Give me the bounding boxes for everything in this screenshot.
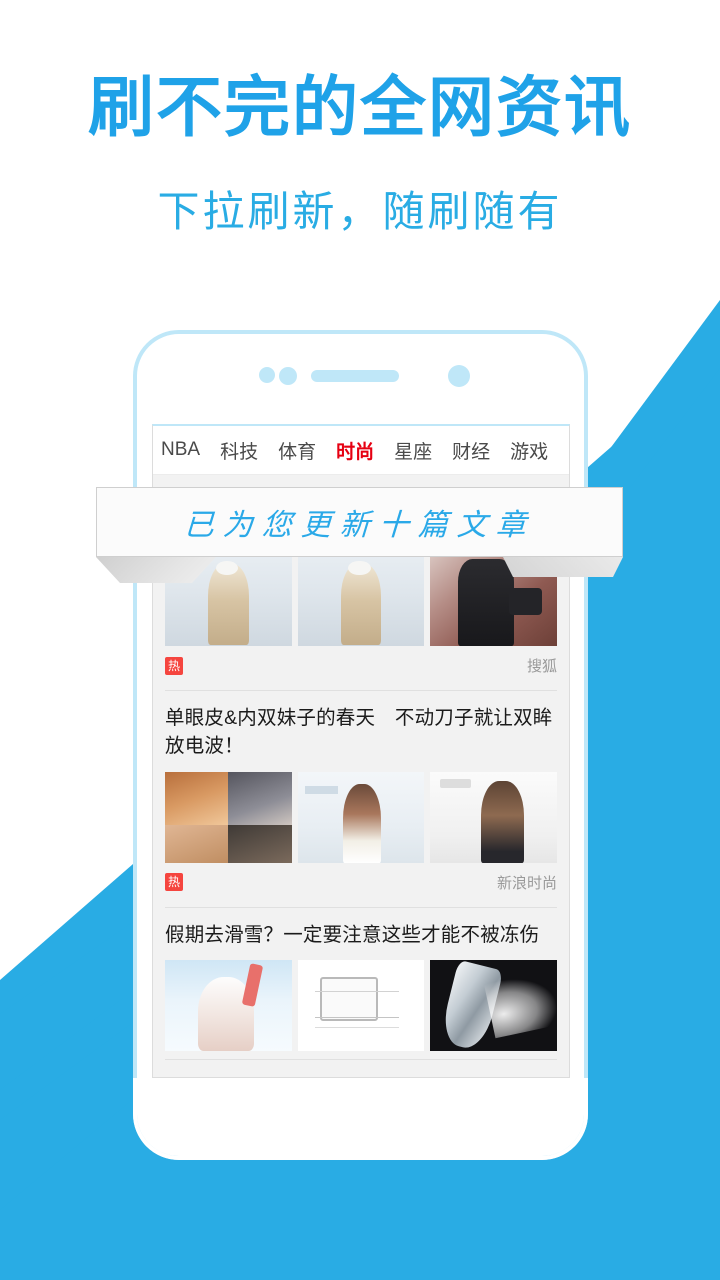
article-thumbnails [165,771,558,863]
tab-fashion[interactable]: 时尚 [326,437,384,464]
front-camera-icon [448,365,470,387]
article-thumbnail-3 [430,960,558,1052]
light-sensor-icon [279,367,297,385]
article-item[interactable]: 单眼皮&内双妹子的春天 不动刀子就让双眸放电波！ 热 新浪时尚 [165,691,558,908]
refresh-banner-text: 已为您更新十篇文章 [182,509,536,542]
promo-headline: 刷不完的全网资讯 [88,70,632,144]
article-source: 新浪时尚 [496,874,557,892]
article-thumbnail-1 [165,960,292,1052]
article-meta: 热 搜狐 [165,655,557,682]
article-thumbnail-2 [297,960,425,1052]
promo-text-block: 刷不完的全网资讯 下拉刷新，随刷随有 [0,70,720,239]
article-thumbnail-3 [430,771,558,863]
home-button[interactable] [338,1100,394,1126]
article-title: 假期去滑雪？一定要注意这些才能不被冻伤 [165,923,540,946]
collage-quadrant-3 [165,824,229,863]
article-thumbnails [165,960,558,1052]
tab-sports[interactable]: 体育 [268,437,326,464]
hot-badge: 热 [165,873,183,892]
category-tabbar[interactable]: NBA 科技 体育 时尚 星座 财经 游戏 [153,426,569,475]
article-thumbnail-2 [297,771,425,863]
article-thumbnail-1 [165,771,292,863]
article-thumbnail-2 [297,555,425,647]
tab-finance[interactable]: 财经 [442,437,500,464]
article-meta: 热 新浪时尚 [165,872,557,899]
promo-screenshot: 刷不完的全网资讯 下拉刷新，随刷随有 NBA 科技 体育 时尚 星座 财经 游戏… [0,0,720,1280]
promo-subheadline: 下拉刷新，随刷随有 [157,187,563,235]
earpiece-speaker-icon [311,370,399,382]
article-item[interactable]: 假期去滑雪？一定要注意这些才能不被冻伤 [165,908,558,1061]
phone-top-sensors [133,355,588,399]
article-thumbnails [165,555,558,647]
tab-horoscope[interactable]: 星座 [384,437,442,464]
hot-badge: 热 [165,656,183,675]
proximity-sensor-icon [259,367,275,383]
refresh-banner-fold-right [503,557,623,577]
tab-tech[interactable]: 科技 [210,437,268,464]
article-source: 搜狐 [526,658,557,676]
tab-nba[interactable]: NBA [153,439,210,461]
article-title: 单眼皮&内双妹子的春天 不动刀子就让双眸放电波！ [165,707,553,758]
tab-games[interactable]: 游戏 [500,437,558,464]
refresh-banner: 已为您更新十篇文章 [96,487,623,557]
collage-quadrant-4 [228,824,292,863]
